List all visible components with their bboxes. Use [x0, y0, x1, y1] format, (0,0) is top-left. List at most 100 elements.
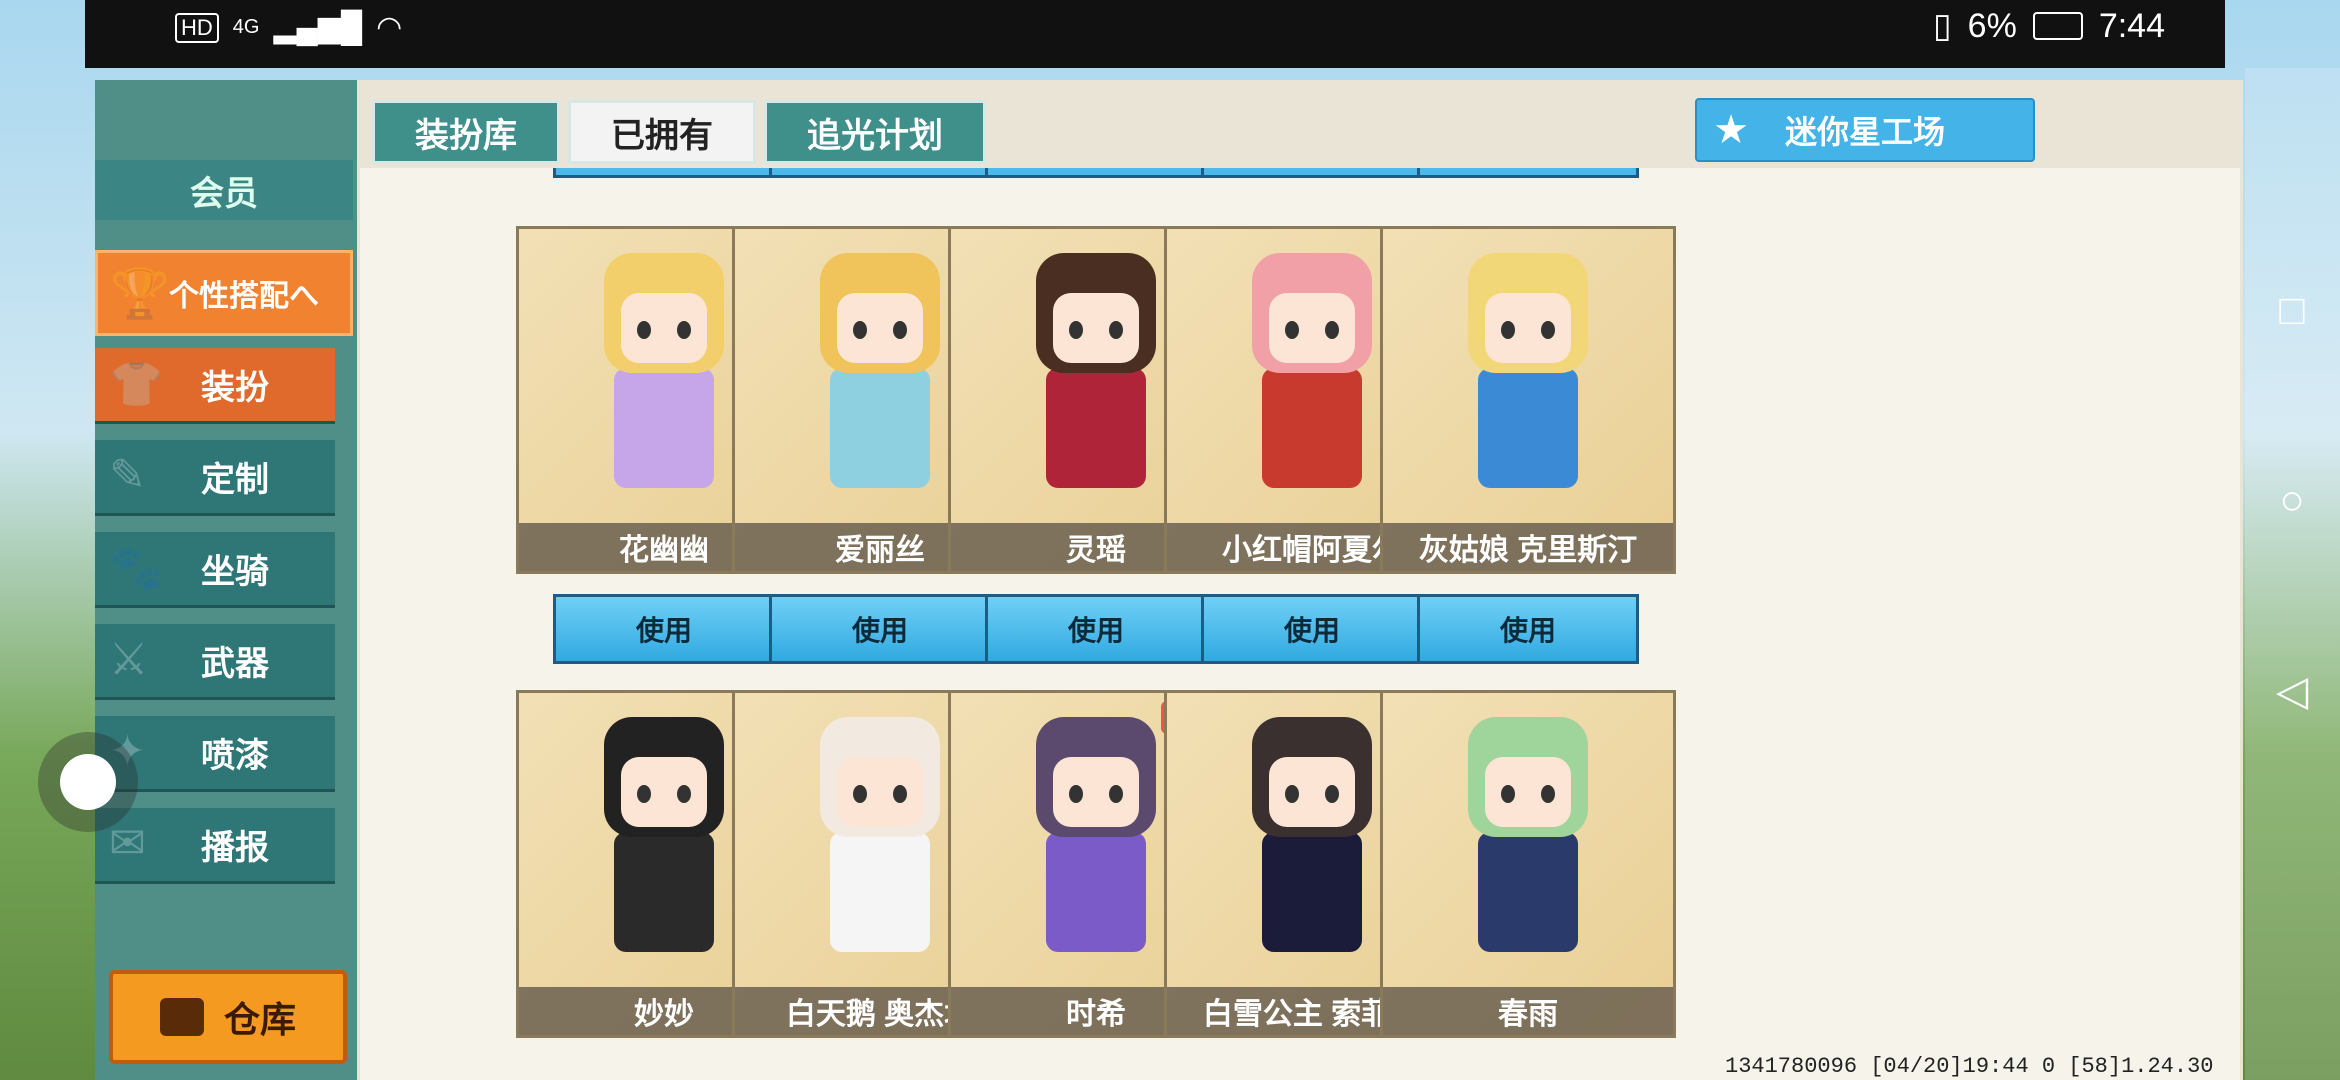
character-face: [837, 757, 923, 827]
owned-skins-grid: 快乐花幽幽使用爱丽丝使用灵瑶使用小红帽阿夏尔使用灰姑娘 克里斯汀使用妙妙白天鹅 …: [360, 168, 2240, 1080]
group-label: 个性搭配へ: [169, 280, 319, 313]
signal-icon: ▂▄▆█: [273, 11, 363, 44]
back-button[interactable]: ◁: [2270, 667, 2314, 714]
character-eye: [1541, 785, 1555, 803]
use-button[interactable]: 使用: [553, 594, 775, 664]
character-eye: [1325, 321, 1339, 339]
character-eye: [1109, 785, 1123, 803]
member-label: 会员: [190, 174, 258, 213]
character-outfit: [1262, 368, 1362, 488]
use-button-partial[interactable]: [1201, 168, 1423, 178]
brush-icon: ✎: [109, 451, 146, 500]
sidebar-item-dress-up[interactable]: 👕 装扮: [95, 348, 335, 424]
character-figure: [569, 717, 759, 977]
character-outfit: [830, 368, 930, 488]
character-eye: [1501, 785, 1515, 803]
skin-card[interactable]: 春雨: [1380, 690, 1676, 1038]
system-nav-bar: □ ○ ◁: [2245, 68, 2340, 1080]
character-eye: [677, 321, 691, 339]
character-face: [1485, 757, 1571, 827]
home-button[interactable]: ○: [2270, 476, 2314, 523]
mini-star-factory-button[interactable]: ★ 迷你星工场: [1695, 98, 2035, 162]
sidebar-item-customize[interactable]: ✎ 定制: [95, 440, 335, 516]
use-button[interactable]: 使用: [769, 594, 991, 664]
character-eye: [637, 785, 651, 803]
use-button-partial[interactable]: [985, 168, 1207, 178]
use-button[interactable]: 使用: [1417, 594, 1639, 664]
hd-indicator: HD: [175, 12, 219, 43]
tab-label: 已拥有: [611, 116, 713, 155]
warehouse-button[interactable]: 仓库: [109, 970, 347, 1064]
clock: 7:44: [2098, 6, 2165, 45]
character-eye: [1541, 321, 1555, 339]
character-face: [837, 293, 923, 363]
tab-wardrobe-library[interactable]: 装扮库: [372, 100, 560, 164]
character-eye: [637, 321, 651, 339]
character-eye: [853, 321, 867, 339]
personal-style-group[interactable]: 🏆 个性搭配へ: [95, 250, 353, 336]
tab-label: 追光计划: [807, 116, 943, 155]
tab-owned[interactable]: 已拥有: [568, 100, 756, 164]
status-bar: HD 4G ▂▄▆█ ◠ ▯ 6% 7:44: [85, 0, 2225, 68]
character-face: [1053, 293, 1139, 363]
sidebar-item-label: 武器: [201, 645, 269, 683]
sidebar-item-label: 定制: [201, 461, 269, 499]
battery-icon: [2032, 12, 2083, 40]
joystick-knob[interactable]: [60, 754, 116, 810]
character-outfit: [1478, 368, 1578, 488]
vibrate-icon: ▯: [1932, 7, 1952, 45]
floating-joystick[interactable]: [38, 732, 138, 832]
sidebar-item-label: 坐骑: [201, 553, 269, 591]
character-face: [1485, 293, 1571, 363]
sidebar-item-label: 装扮: [201, 369, 269, 407]
character-eye: [1285, 785, 1299, 803]
sidebar-item-label: 播报: [201, 829, 269, 867]
character-eye: [1109, 321, 1123, 339]
character-face: [1269, 293, 1355, 363]
build-info: 1341780096 [04/20]19:44 0 [58]1.24.30: [1725, 1054, 2214, 1079]
use-button[interactable]: 使用: [985, 594, 1207, 664]
use-button-partial[interactable]: [553, 168, 775, 178]
tab-label: 装扮库: [415, 116, 517, 155]
skin-name: 灰姑娘 克里斯汀: [1383, 523, 1673, 571]
character-eye: [1501, 321, 1515, 339]
character-figure: [569, 253, 759, 513]
star-factory-label: 迷你星工场: [1784, 114, 1945, 150]
member-button[interactable]: 会员: [95, 160, 353, 220]
trophy-icon: 🏆: [110, 268, 170, 321]
character-outfit: [1046, 832, 1146, 952]
character-eye: [677, 785, 691, 803]
character-figure: [785, 253, 975, 513]
character-outfit: [1478, 832, 1578, 952]
sidebar-item-broadcast[interactable]: ✉ 播报: [95, 808, 335, 884]
character-figure: [1217, 253, 1407, 513]
character-face: [621, 293, 707, 363]
chest-icon: [159, 998, 204, 1036]
use-button-partial[interactable]: [769, 168, 991, 178]
recent-apps-button[interactable]: □: [2270, 286, 2314, 333]
character-outfit: [614, 832, 714, 952]
shirt-icon: 👕: [109, 360, 164, 409]
character-outfit: [830, 832, 930, 952]
skin-card[interactable]: 灰姑娘 克里斯汀: [1380, 226, 1676, 574]
character-outfit: [1046, 368, 1146, 488]
sidebar-item-weapon[interactable]: ⚔ 武器: [95, 624, 335, 700]
tab-bar: 装扮库 已拥有 追光计划: [372, 100, 986, 164]
sidebar: 会员 🏆 个性搭配へ 👕 装扮 ✎ 定制 🐾 坐骑 ⚔ 武器 ✦ 喷漆 ✉ 播报: [95, 80, 357, 1080]
tab-light-chasing-plan[interactable]: 追光计划: [764, 100, 986, 164]
broadcast-icon: ✉: [109, 819, 146, 868]
star-icon: ★: [1713, 108, 1749, 152]
character-eye: [1285, 321, 1299, 339]
use-button[interactable]: 使用: [1201, 594, 1423, 664]
character-eye: [893, 321, 907, 339]
character-figure: [1001, 253, 1191, 513]
character-figure: [1217, 717, 1407, 977]
character-eye: [893, 785, 907, 803]
sidebar-item-mount[interactable]: 🐾 坐骑: [95, 532, 335, 608]
character-face: [1269, 757, 1355, 827]
use-button-partial[interactable]: [1417, 168, 1639, 178]
character-figure: [1001, 717, 1191, 977]
character-figure: [1433, 717, 1623, 977]
character-face: [1053, 757, 1139, 827]
battery-percent: 6%: [1967, 6, 2017, 45]
